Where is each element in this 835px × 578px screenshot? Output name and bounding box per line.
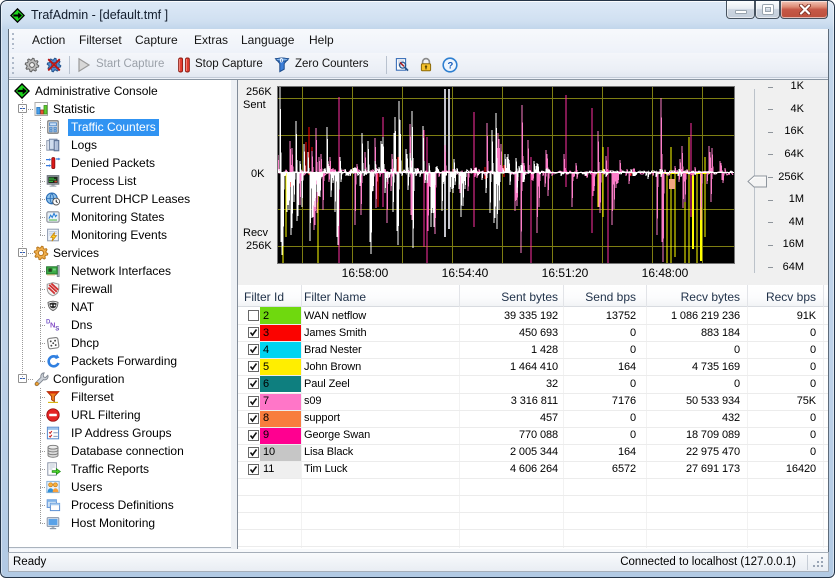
svg-text:?: ? (448, 60, 454, 71)
svg-text:S: S (55, 327, 59, 333)
